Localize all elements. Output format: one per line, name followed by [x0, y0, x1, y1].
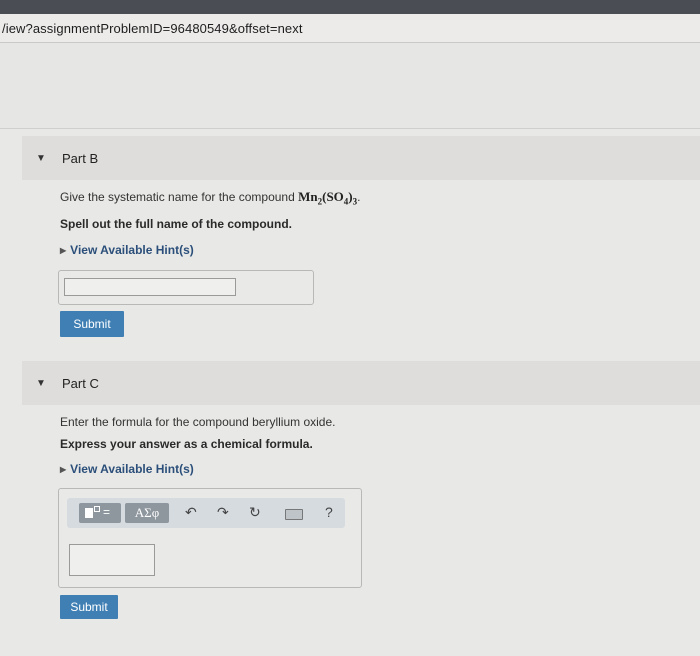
template-square-icon — [85, 508, 93, 518]
greek-symbols-button[interactable]: ΑΣφ — [125, 503, 169, 523]
templates-button[interactable]: = — [79, 503, 121, 523]
part-c-question: Enter the formula for the compound beryl… — [60, 415, 336, 429]
part-b-header[interactable]: ▼ Part B — [22, 136, 700, 180]
collapse-triangle-icon[interactable]: ▼ — [36, 378, 46, 389]
part-c-hint-link[interactable]: ▶ View Available Hint(s) — [60, 462, 194, 476]
template-superscript-icon — [94, 506, 100, 512]
help-button[interactable]: ? — [325, 504, 333, 520]
redo-icon[interactable]: ↷ — [217, 504, 229, 521]
browser-top-bar — [0, 0, 700, 14]
part-c-header[interactable]: ▼ Part C — [22, 361, 700, 405]
keyboard-icon[interactable] — [285, 509, 303, 520]
part-c-title: Part C — [62, 376, 99, 391]
part-c-answer-input[interactable] — [69, 544, 155, 576]
part-b-hint-link[interactable]: ▶ View Available Hint(s) — [60, 243, 194, 257]
collapse-triangle-icon[interactable]: ▼ — [36, 153, 46, 164]
reset-icon[interactable]: ↻ — [249, 504, 261, 521]
part-b-instruction: Spell out the full name of the compound. — [60, 217, 292, 231]
undo-icon[interactable]: ↶ — [185, 504, 197, 521]
math-toolbar: = ΑΣφ ↶ ↷ ↻ ? — [67, 498, 345, 528]
part-b-answer-container — [58, 270, 314, 305]
expand-triangle-icon: ▶ — [60, 465, 67, 474]
part-b-question: Give the systematic name for the compoun… — [60, 189, 361, 207]
part-b-title: Part B — [62, 151, 99, 166]
question-text: Give the systematic name for the compoun… — [60, 190, 299, 204]
part-b-submit-button[interactable]: Submit — [60, 311, 124, 337]
url-text: /iew?assignmentProblemID=96480549&offset… — [2, 21, 303, 36]
part-c-answer-editor: = ΑΣφ ↶ ↷ ↻ ? — [58, 488, 362, 588]
address-bar[interactable]: /iew?assignmentProblemID=96480549&offset… — [0, 14, 700, 43]
expand-triangle-icon: ▶ — [60, 246, 67, 255]
part-c-instruction: Express your answer as a chemical formul… — [60, 437, 313, 451]
part-c-submit-button[interactable]: Submit — [60, 595, 118, 619]
header-area — [0, 43, 700, 129]
part-b-answer-input[interactable] — [64, 278, 236, 296]
compound-formula: Mn2(SO4)3 — [298, 189, 358, 207]
problem-content: ▼ Part B Give the systematic name for th… — [0, 129, 700, 656]
template-equals-icon: = — [103, 505, 111, 519]
